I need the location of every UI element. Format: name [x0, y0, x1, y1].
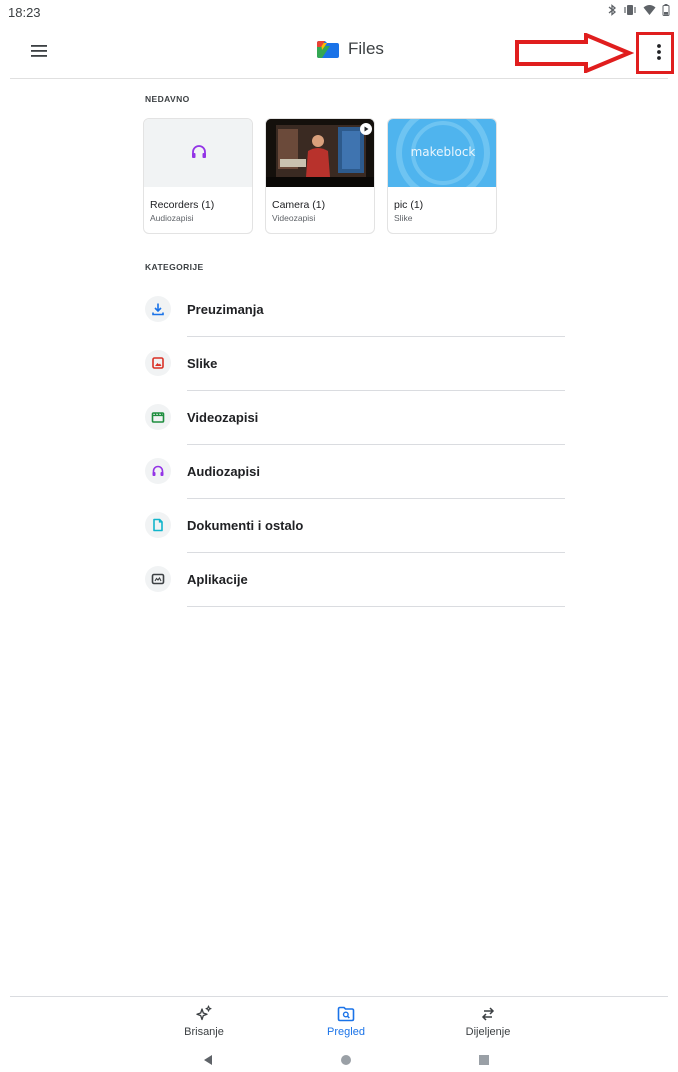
category-downloads[interactable]: Preuzimanja: [145, 283, 565, 337]
status-icons: [607, 4, 670, 16]
recents-icon[interactable]: [478, 1054, 490, 1066]
card-thumbnail-video: [266, 119, 374, 187]
recent-section-label: NEDAVNO: [145, 94, 190, 104]
home-icon[interactable]: [340, 1054, 352, 1066]
hamburger-menu-icon: [31, 45, 47, 57]
annotation-highlight-box: [636, 32, 674, 74]
card-type: Audiozapisi: [150, 213, 194, 223]
category-videos[interactable]: Videozapisi: [145, 391, 565, 445]
status-bar: 18:23: [0, 0, 678, 24]
category-audio[interactable]: Audiozapisi: [145, 445, 565, 499]
swap-arrows-icon: [481, 1007, 495, 1021]
categories-section-label: KATEGORIJE: [145, 262, 204, 272]
recent-card-camera[interactable]: Camera (1) Videozapisi: [265, 118, 375, 234]
card-type: Videozapisi: [272, 213, 316, 223]
nav-item-share[interactable]: Dijeljenje: [448, 1004, 528, 1044]
nav-label: Brisanje: [184, 1026, 224, 1038]
app-title-group: Files: [316, 39, 384, 59]
play-badge-icon: [360, 123, 372, 135]
app-title: Files: [348, 39, 384, 58]
nav-label: Pregled: [327, 1026, 365, 1038]
apps-icon: [145, 566, 171, 592]
category-label: Audiozapisi: [187, 464, 260, 479]
bottom-navigation: Brisanje Pregled Dijeljenje: [0, 996, 678, 1044]
system-navigation-bar: [0, 1048, 678, 1072]
category-images[interactable]: Slike: [145, 337, 565, 391]
category-label: Aplikacije: [187, 572, 248, 587]
category-label: Preuzimanja: [187, 302, 264, 317]
card-thumbnail: [144, 119, 252, 187]
category-documents[interactable]: Dokumenti i ostalo: [145, 499, 565, 553]
bluetooth-icon: [608, 4, 617, 16]
nav-label: Dijeljenje: [465, 1026, 511, 1038]
nav-item-clean[interactable]: Brisanje: [164, 1004, 244, 1044]
recent-card-pic[interactable]: makeblock pic (1) Slike: [387, 118, 497, 234]
status-time: 18:23: [8, 5, 41, 20]
divider: [187, 606, 565, 607]
files-logo-icon: [317, 41, 339, 58]
back-icon[interactable]: [202, 1054, 214, 1066]
image-icon: [145, 350, 171, 376]
video-icon: [145, 404, 171, 430]
document-icon: [145, 512, 171, 538]
card-name: Camera (1): [272, 199, 326, 211]
menu-button[interactable]: [28, 40, 50, 62]
category-apps[interactable]: Aplikacije: [145, 553, 565, 607]
card-name: Recorders (1): [150, 199, 215, 211]
nav-item-browse[interactable]: Pregled: [306, 1004, 386, 1044]
card-thumbnail-image: makeblock: [388, 119, 496, 187]
vibrate-icon: [624, 5, 636, 15]
wifi-icon: [643, 5, 656, 15]
battery-icon: [662, 4, 670, 16]
card-type: Slike: [394, 213, 413, 223]
category-label: Dokumenti i ostalo: [187, 518, 304, 533]
headphones-icon: [145, 458, 171, 484]
app-bar-divider: [10, 78, 668, 79]
card-name: pic (1): [394, 199, 424, 211]
image-thumbnail-text: makeblock: [410, 145, 476, 159]
video-thumbnail-image: [266, 119, 374, 187]
category-label: Slike: [187, 356, 218, 371]
category-label: Videozapisi: [187, 410, 259, 425]
sparkle-icon: [196, 1005, 212, 1021]
headphones-icon: [192, 145, 206, 158]
recent-card-recorders[interactable]: Recorders (1) Audiozapisi: [143, 118, 253, 234]
browse-folder-icon: [337, 1006, 355, 1022]
download-icon: [145, 296, 171, 322]
annotation-arrow-icon: [515, 33, 634, 73]
